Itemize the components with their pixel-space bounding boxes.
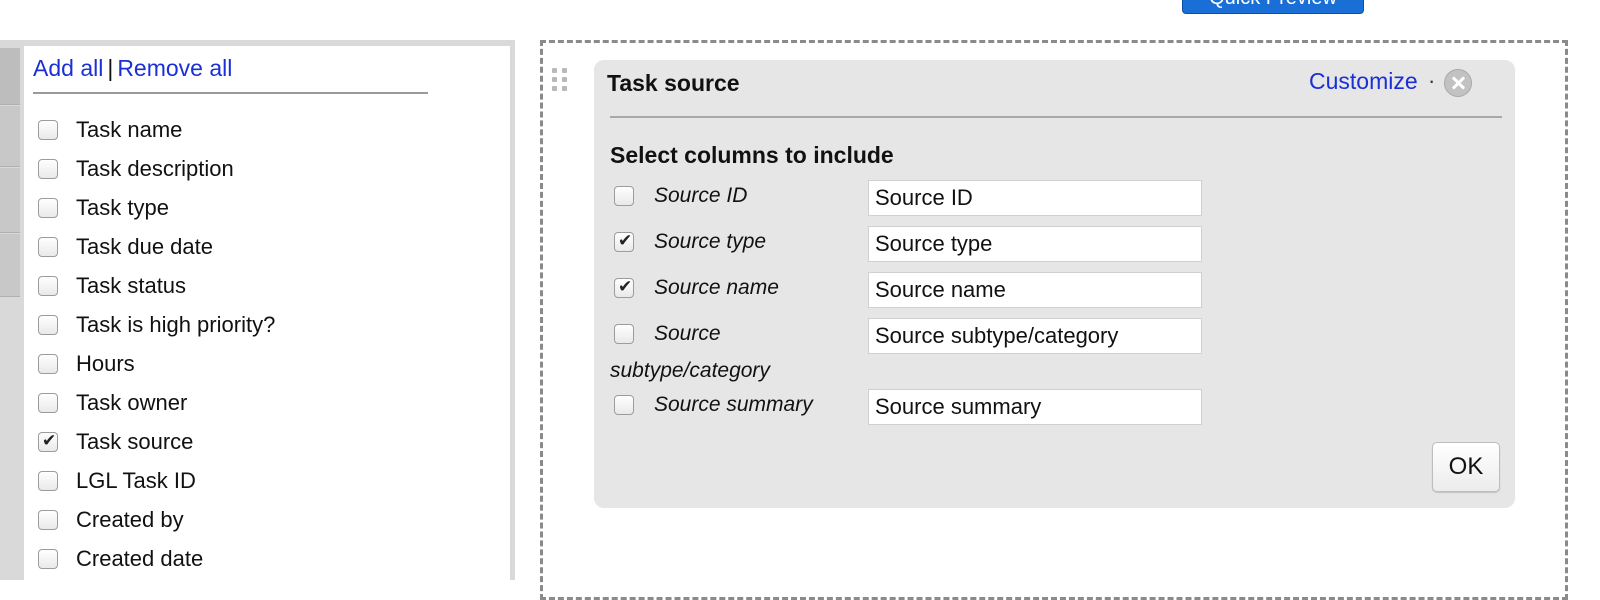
option-alias-input[interactable] <box>868 226 1202 262</box>
add-all-link[interactable]: Add all <box>33 55 103 81</box>
column-checkbox[interactable] <box>38 392 58 413</box>
column-item[interactable]: Hours <box>38 344 275 383</box>
column-item[interactable]: LGL Task ID <box>38 461 275 500</box>
column-label: LGL Task ID <box>76 467 196 493</box>
column-checkbox[interactable] <box>38 236 58 257</box>
column-checkbox[interactable] <box>38 353 58 374</box>
option-alias-input[interactable] <box>868 389 1202 425</box>
section-heading: Select columns to include <box>610 142 894 168</box>
column-item[interactable]: Created by <box>38 500 275 539</box>
sidebar-tab-4[interactable] <box>0 234 20 297</box>
option-checkbox[interactable] <box>614 186 634 206</box>
column-item[interactable]: Task owner <box>38 383 275 422</box>
widget-title: Task source <box>607 70 740 96</box>
sidebar-tab-3[interactable] <box>0 168 20 233</box>
customize-link[interactable]: Customize <box>1309 68 1418 95</box>
column-label: Task due date <box>76 233 213 259</box>
column-label: Created by <box>76 506 184 532</box>
quick-preview-button[interactable]: Quick Preview <box>1182 0 1364 14</box>
column-checkbox[interactable] <box>38 314 58 335</box>
sidebar-tab-1[interactable] <box>0 48 20 105</box>
column-label: Task name <box>76 116 183 142</box>
option-label: Source summary <box>654 393 813 416</box>
column-checkbox[interactable] <box>38 548 58 569</box>
drag-handle-icon[interactable] <box>552 68 568 100</box>
column-item[interactable]: Task type <box>38 188 275 227</box>
column-checkbox[interactable] <box>38 470 58 491</box>
option-alias-input[interactable] <box>868 180 1202 216</box>
option-label-wrap: subtype/category <box>610 359 770 382</box>
column-checkbox[interactable] <box>38 119 58 140</box>
option-label: Source type <box>654 230 767 253</box>
column-checkbox[interactable] <box>38 275 58 296</box>
option-alias-input[interactable] <box>868 272 1202 308</box>
column-item[interactable]: Created date <box>38 539 275 578</box>
option-label: Source <box>654 322 721 345</box>
column-item[interactable]: Task due date <box>38 227 275 266</box>
column-item[interactable]: Task status <box>38 266 275 305</box>
column-item[interactable]: Task name <box>38 110 275 149</box>
widget-divider <box>610 116 1502 118</box>
column-label: Task source <box>76 428 194 454</box>
column-label: Task type <box>76 194 169 220</box>
column-label: Task is high priority? <box>76 311 276 337</box>
column-checkbox-checked[interactable] <box>38 431 58 452</box>
column-item[interactable]: Task is high priority? <box>38 305 275 344</box>
column-item[interactable]: Task source <box>38 422 275 461</box>
option-checkbox-checked[interactable] <box>614 277 634 298</box>
remove-all-link[interactable]: Remove all <box>117 55 232 81</box>
option-label: Source ID <box>654 184 748 207</box>
column-label: Task description <box>76 155 234 181</box>
link-separator: | <box>107 55 114 81</box>
column-checkbox[interactable] <box>38 509 58 530</box>
close-icon[interactable] <box>1444 69 1472 97</box>
column-label: Task status <box>76 272 187 298</box>
link-separator-dot: · <box>1428 68 1436 93</box>
column-list: Task name Task description Task type Tas… <box>38 110 275 578</box>
add-remove-links: Add all | Remove all <box>33 55 232 82</box>
ok-button[interactable]: OK <box>1432 442 1500 492</box>
option-label: Source name <box>654 276 779 299</box>
column-item[interactable]: Task description <box>38 149 275 188</box>
column-label: Task owner <box>76 389 188 415</box>
option-alias-input[interactable] <box>868 318 1202 354</box>
column-checkbox[interactable] <box>38 158 58 179</box>
option-checkbox-checked[interactable] <box>614 231 634 252</box>
column-label: Created date <box>76 545 204 571</box>
sidebar-tab-2[interactable] <box>0 106 20 167</box>
column-label: Hours <box>76 350 135 376</box>
option-checkbox[interactable] <box>614 395 634 415</box>
option-checkbox[interactable] <box>614 324 634 344</box>
column-checkbox[interactable] <box>38 197 58 218</box>
divider <box>33 92 428 94</box>
